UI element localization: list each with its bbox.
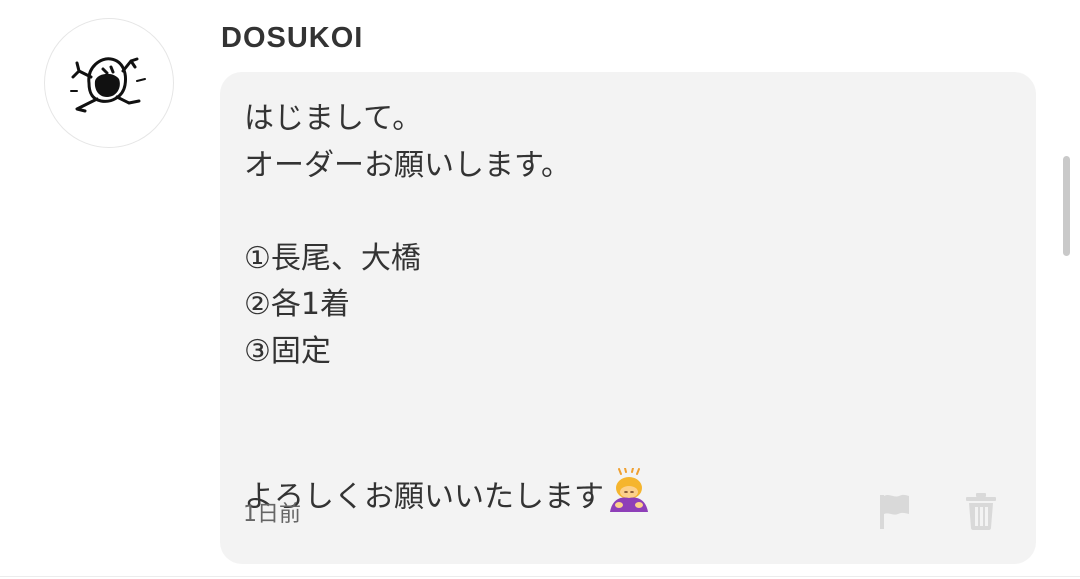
report-button[interactable] [874,490,914,532]
timestamp: 1日前 [243,502,301,527]
message-body: はじまして。 オーダーお願いします。 ①長尾、大橋 ②各1着 ③固定 よろしくお… [244,96,652,527]
message-line: ③固定 [244,333,331,369]
message-line: ②各1着 [244,287,350,322]
message-line: はじまして。 [244,101,423,136]
delete-button[interactable] [960,490,1002,532]
scrollbar-thumb[interactable] [1063,156,1070,256]
trash-icon [966,493,996,530]
sumo-doodle-avatar-icon [70,57,146,113]
flag-icon [880,494,909,529]
divider [0,576,1080,577]
message-line: オーダーお願いします。 [244,147,571,183]
bowing-woman-emoji-icon [606,422,652,527]
avatar[interactable] [44,18,174,148]
username[interactable]: DOSUKOI [221,22,363,55]
message-line: ①長尾、大橋 [244,240,421,276]
